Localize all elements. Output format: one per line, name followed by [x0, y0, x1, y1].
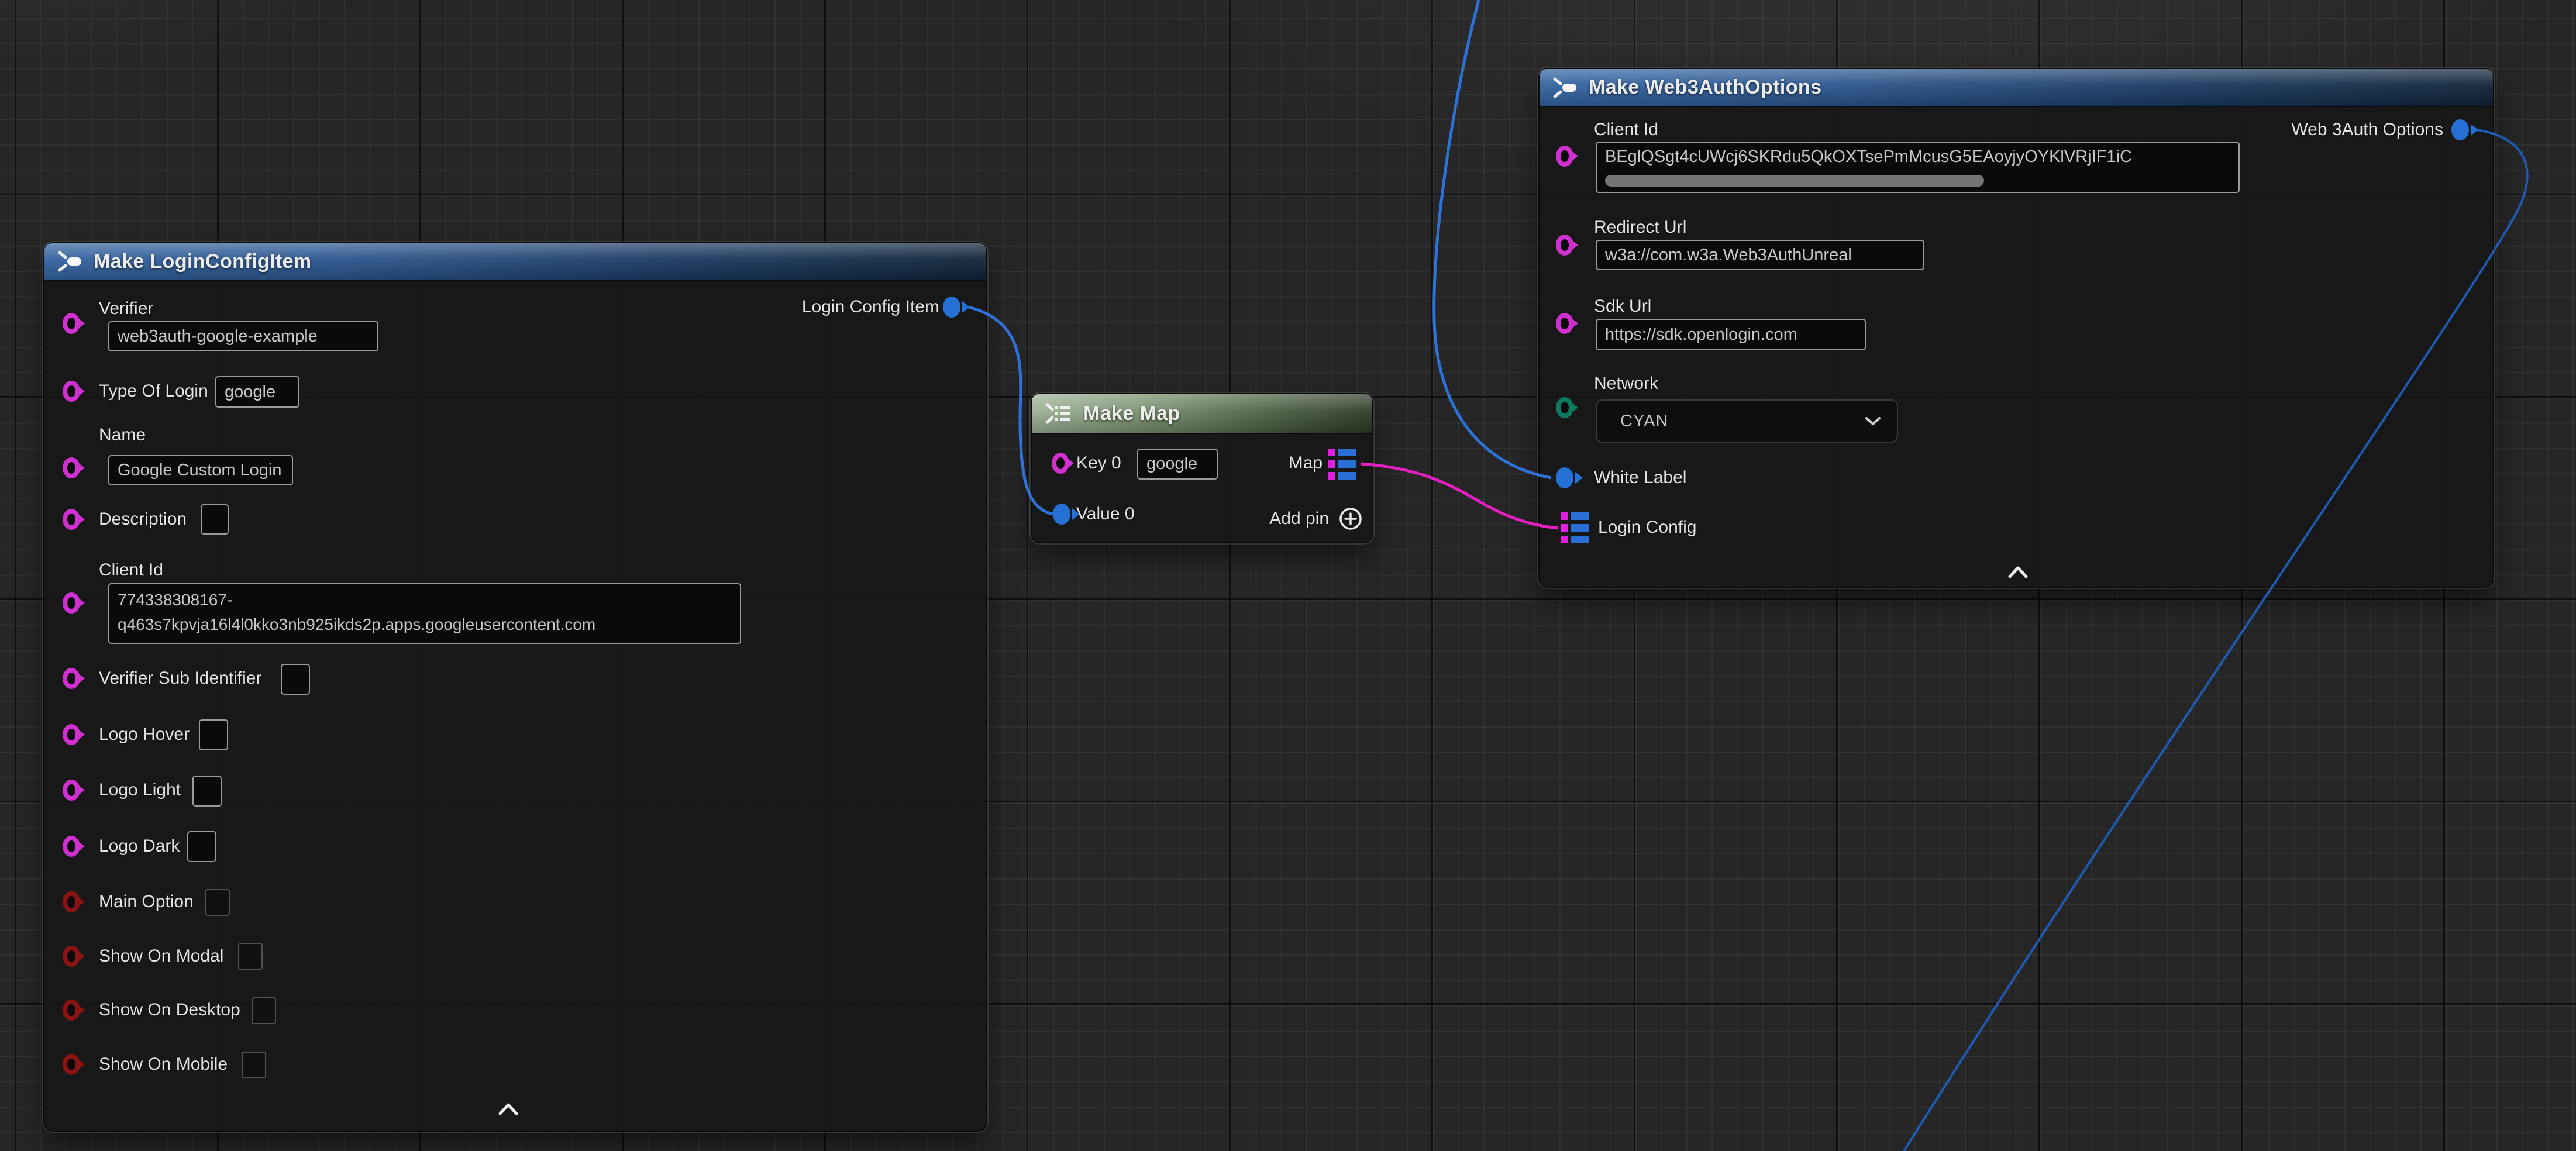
pin-label-show-on-desktop: Show On Desktop	[99, 1000, 240, 1020]
verifier-input[interactable]: web3auth-google-example	[108, 321, 378, 351]
output-pin-web3auth-options[interactable]	[2451, 119, 2469, 140]
node-title: Make LoginConfigItem	[94, 250, 312, 273]
pin-label-network: Network	[1594, 374, 1658, 394]
sdk-url-input[interactable]: https://sdk.openlogin.com	[1596, 319, 1866, 350]
input-pin-type-of-login[interactable]	[63, 381, 80, 402]
input-pin-logo-hover[interactable]	[63, 724, 80, 745]
input-pin-redirect-url[interactable]	[1556, 235, 1573, 256]
chevron-down-icon	[1864, 416, 1882, 426]
input-pin-white-label[interactable]	[1556, 467, 1573, 488]
input-pin-show-on-modal[interactable]	[63, 946, 80, 967]
show-on-mobile-checkbox[interactable]	[242, 1052, 266, 1078]
logo-hover-input[interactable]	[199, 719, 228, 750]
add-pin-plus-icon	[1337, 505, 1364, 532]
output-pin-label: Web 3Auth Options	[2291, 120, 2443, 140]
pin-label-name: Name	[99, 425, 146, 445]
input-pin-show-on-mobile[interactable]	[63, 1054, 80, 1075]
input-pin-show-on-desktop[interactable]	[63, 1000, 80, 1021]
blueprint-graph-canvas[interactable]: Make LoginConfigItem Login Config Item V…	[0, 0, 2576, 1151]
wire-map-to-loginconfig[interactable]	[1361, 464, 1558, 528]
make-map-icon	[1045, 401, 1074, 426]
pin-label-client-id: Client Id	[1594, 120, 1658, 140]
show-on-modal-checkbox[interactable]	[238, 943, 263, 970]
node-header-make-loginconfigitem[interactable]: Make LoginConfigItem	[44, 243, 986, 281]
pin-label-white-label: White Label	[1594, 468, 1686, 488]
input-pin-logo-dark[interactable]	[63, 836, 80, 857]
output-pin-map[interactable]	[1328, 449, 1356, 480]
node-title: Make Map	[1083, 402, 1180, 425]
node-make-loginconfigitem[interactable]: Make LoginConfigItem Login Config Item V…	[44, 243, 986, 1131]
input-pin-client-id[interactable]	[63, 592, 80, 614]
input-pin-login-config[interactable]	[1561, 512, 1589, 543]
network-dropdown-value: CYAN	[1620, 412, 1668, 431]
wire-top-to-whitelabel[interactable]	[1434, 0, 1551, 478]
node-make-web3authoptions[interactable]: Make Web3AuthOptions Web 3Auth Options C…	[1540, 69, 2493, 587]
collapse-chevron-icon[interactable]	[498, 1102, 519, 1116]
description-input[interactable]	[201, 504, 229, 535]
network-dropdown[interactable]: CYAN	[1596, 399, 1898, 443]
node-header-make-map[interactable]: Make Map	[1032, 394, 1372, 434]
node-title: Make Web3AuthOptions	[1589, 76, 1821, 99]
input-pin-verifier-sub-identifier[interactable]	[63, 668, 80, 689]
collapse-chevron-icon[interactable]	[2007, 565, 2029, 579]
input-pin-client-id[interactable]	[1556, 146, 1573, 167]
output-pin-label-map: Map	[1289, 453, 1323, 473]
pin-label-show-on-modal: Show On Modal	[99, 946, 223, 966]
output-pin-label: Login Config Item	[802, 297, 939, 317]
pin-label-value-0: Value 0	[1076, 504, 1135, 524]
pin-label-verifier: Verifier	[99, 299, 153, 319]
pin-label-main-option: Main Option	[99, 892, 194, 912]
type-of-login-input[interactable]: google	[215, 376, 299, 408]
node-make-map[interactable]: Make Map Key 0 google Map Value 0 Add pi…	[1032, 394, 1372, 542]
input-pin-main-option[interactable]	[63, 891, 80, 912]
make-struct-icon	[57, 249, 84, 274]
pin-label-logo-hover: Logo Hover	[99, 725, 190, 745]
main-option-checkbox[interactable]	[205, 889, 230, 916]
add-pin-label: Add pin	[1269, 509, 1329, 529]
pin-label-key-0: Key 0	[1076, 453, 1121, 473]
add-pin-button[interactable]: Add pin	[1269, 505, 1364, 532]
input-pin-value-0[interactable]	[1053, 504, 1070, 525]
pin-label-show-on-mobile: Show On Mobile	[99, 1054, 228, 1074]
pin-label-sdk-url: Sdk Url	[1594, 297, 1651, 316]
input-pin-name[interactable]	[63, 457, 80, 478]
pin-label-logo-light: Logo Light	[99, 780, 181, 800]
node-header-make-web3authoptions[interactable]: Make Web3AuthOptions	[1540, 69, 2493, 107]
pin-label-verifier-sub-identifier: Verifier Sub Identifier	[99, 668, 261, 688]
input-pin-verifier[interactable]	[63, 313, 80, 334]
make-struct-icon	[1552, 75, 1579, 100]
name-input[interactable]: Google Custom Login	[108, 455, 293, 485]
client-id-input[interactable]: BEglQSgt4cUWcj6SKRdu5QkOXTsePmMcusG5EAoy…	[1596, 142, 2240, 193]
pin-label-redirect-url: Redirect Url	[1594, 218, 1686, 237]
logo-dark-input[interactable]	[187, 831, 216, 862]
client-id-horizontal-scrollbar[interactable]	[1605, 175, 1984, 187]
pin-label-logo-dark: Logo Dark	[99, 836, 180, 856]
verifier-sub-identifier-input[interactable]	[281, 664, 310, 695]
pin-label-description: Description	[99, 509, 187, 529]
input-pin-network[interactable]	[1556, 397, 1573, 418]
input-pin-sdk-url[interactable]	[1556, 313, 1573, 334]
input-pin-description[interactable]	[63, 509, 80, 530]
output-pin-login-config-item[interactable]	[943, 297, 960, 318]
client-id-input[interactable]: 774338308167- q463s7kpvja16l4l0kko3nb925…	[108, 583, 741, 644]
redirect-url-input[interactable]: w3a://com.w3a.Web3AuthUnreal	[1596, 240, 1924, 270]
show-on-desktop-checkbox[interactable]	[252, 997, 276, 1024]
input-pin-key-0[interactable]	[1052, 453, 1069, 474]
key-0-input[interactable]: google	[1137, 449, 1218, 480]
pin-label-client-id: Client Id	[99, 560, 163, 580]
pin-label-login-config: Login Config	[1598, 518, 1696, 537]
logo-light-input[interactable]	[192, 776, 222, 807]
pin-label-type-of-login: Type Of Login	[99, 381, 208, 401]
input-pin-logo-light[interactable]	[63, 780, 80, 801]
